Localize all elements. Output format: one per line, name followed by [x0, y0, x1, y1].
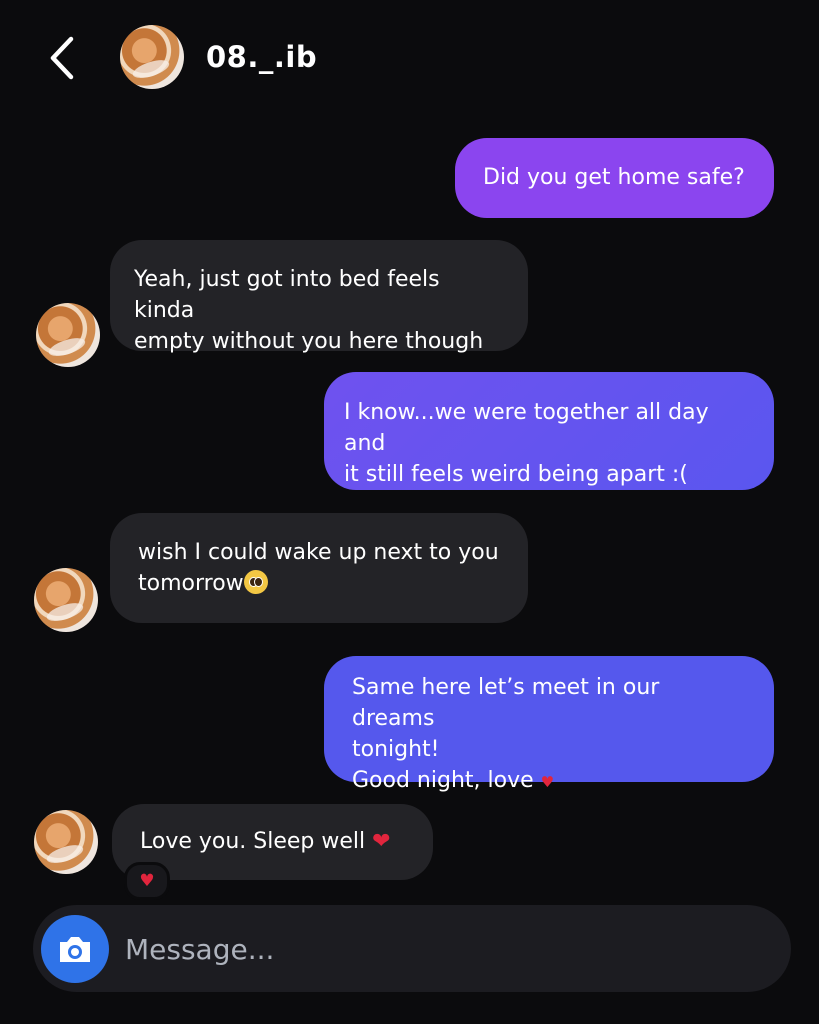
- message-line: tonight!: [352, 737, 440, 762]
- message-text: Did you get home safe?: [483, 165, 745, 190]
- chat-header: 08._.ib: [0, 0, 819, 115]
- red-heart-icon: ♥: [139, 871, 155, 891]
- message-line: it still feels weird being apart :(: [344, 462, 688, 487]
- heart-reaction[interactable]: ♥: [124, 862, 170, 900]
- message-composer: [33, 905, 791, 992]
- chevron-left-icon: [50, 36, 74, 80]
- message-line: empty without you here though: [134, 329, 484, 354]
- contact-avatar[interactable]: [34, 568, 98, 632]
- outgoing-message[interactable]: Did you get home safe?: [455, 138, 774, 218]
- message-text: Love you. Sleep well: [140, 829, 366, 854]
- message-line: Same here let’s meet in our dreams: [352, 675, 660, 731]
- red-heart-icon: ♥: [540, 773, 555, 791]
- message-text: Good night, love: [352, 768, 534, 793]
- contact-username[interactable]: 08._.ib: [206, 40, 317, 74]
- pleading-face-icon: [243, 570, 268, 594]
- contact-avatar[interactable]: [36, 303, 100, 367]
- back-button[interactable]: [40, 33, 84, 83]
- contact-avatar[interactable]: [34, 810, 98, 874]
- message-line: wish I could wake up next to you: [138, 540, 499, 565]
- message-input[interactable]: [123, 927, 737, 971]
- message-line: tomorrow: [138, 568, 500, 599]
- message-line: Good night, love ♥: [352, 765, 746, 798]
- message-line: Yeah, just got into bed feels kinda: [134, 267, 440, 323]
- message-text: tomorrow: [138, 571, 244, 596]
- contact-avatar[interactable]: [120, 25, 184, 89]
- outgoing-message[interactable]: Same here let’s meet in our dreams tonig…: [324, 656, 774, 793]
- message-line: I know...we were together all day and: [344, 400, 709, 456]
- incoming-message[interactable]: wish I could wake up next to you tomorro…: [110, 513, 528, 623]
- camera-button[interactable]: [41, 915, 109, 983]
- incoming-message[interactable]: Yeah, just got into bed feels kinda empt…: [110, 240, 528, 354]
- outgoing-message[interactable]: I know...we were together all day and it…: [324, 372, 774, 490]
- red-heart-icon: ❤: [372, 829, 391, 854]
- camera-icon: [60, 937, 90, 962]
